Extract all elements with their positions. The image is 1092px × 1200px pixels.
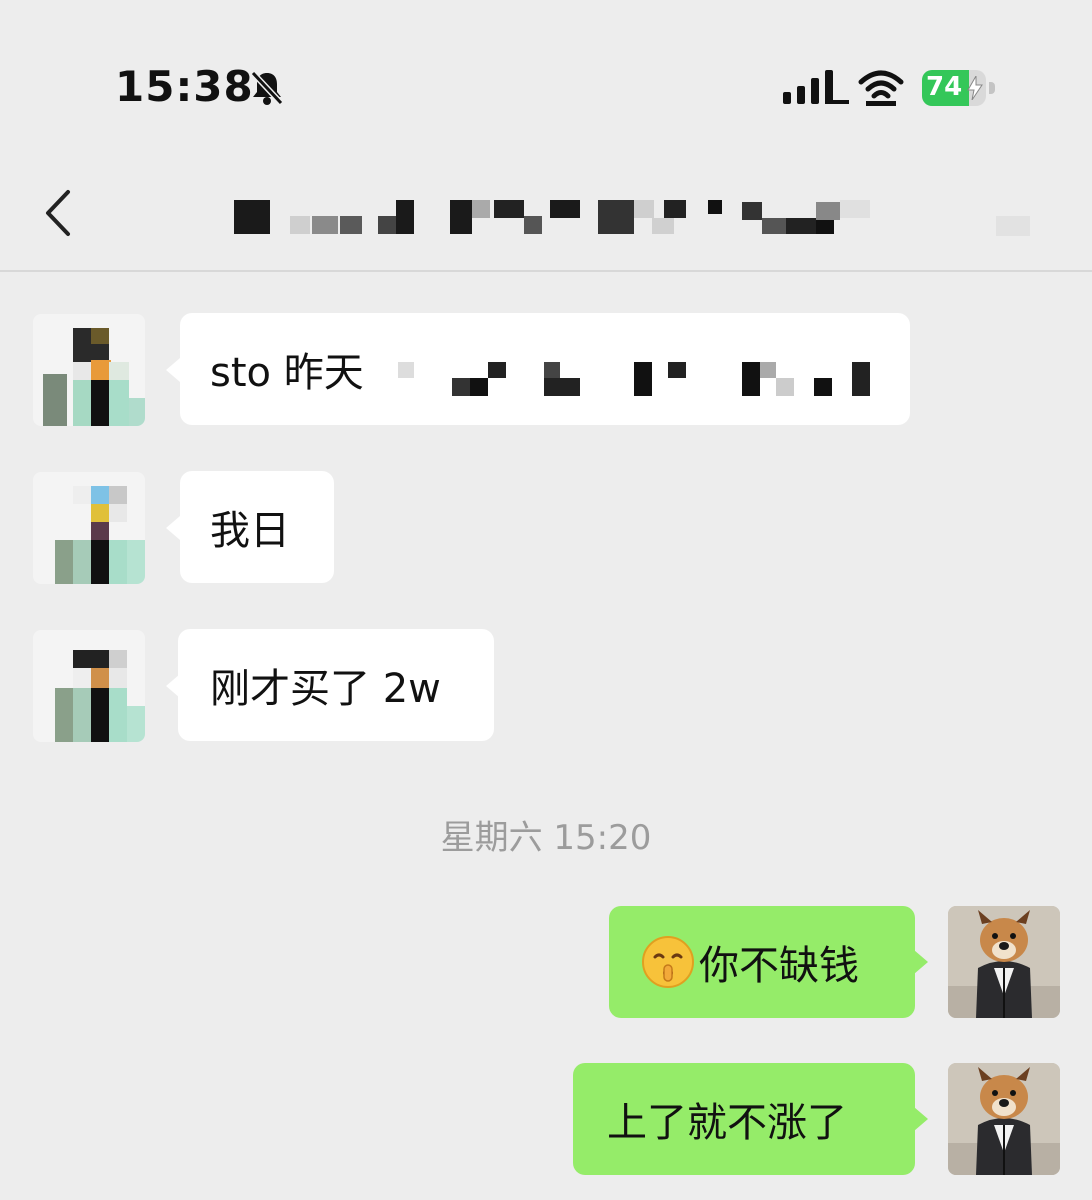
message-text: sto 昨天	[210, 350, 364, 396]
wifi-icon	[858, 70, 904, 106]
bolt-icon	[967, 76, 983, 100]
bubble-tail	[914, 950, 928, 974]
message-text: 上了就不涨了	[607, 1100, 847, 1146]
battery-percent: 74	[926, 72, 963, 102]
chevron-left-icon[interactable]	[40, 186, 76, 240]
message-bubble-incoming[interactable]: 刚才买了 2w	[178, 629, 494, 741]
message-text: 刚才买了 2w	[210, 666, 441, 712]
message-bubble-outgoing[interactable]: 上了就不涨了	[573, 1063, 915, 1175]
message-text: 你不缺钱	[699, 943, 859, 989]
blurred-menu-icon[interactable]	[996, 216, 1030, 236]
contact-avatar[interactable]	[33, 630, 145, 742]
bell-slash-icon	[250, 70, 284, 106]
cellular-signal-icon	[783, 70, 849, 104]
battery-charging-icon: 74	[922, 70, 996, 106]
chat-header	[0, 150, 1092, 270]
my-avatar[interactable]	[948, 906, 1060, 1018]
puppy-in-jacket-image	[948, 906, 1060, 1018]
my-avatar[interactable]	[948, 1063, 1060, 1175]
bubble-tail	[166, 358, 180, 382]
bubble-tail	[914, 1107, 928, 1131]
blurred-chat-title	[232, 198, 872, 238]
message-bubble-incoming[interactable]: 我日	[180, 471, 334, 583]
puppy-in-jacket-image	[948, 1063, 1060, 1175]
message-text: 我日	[210, 508, 290, 554]
status-time: 15:38	[115, 62, 254, 111]
header-divider	[0, 270, 1092, 272]
contact-avatar[interactable]	[33, 472, 145, 584]
contact-avatar[interactable]	[33, 314, 145, 426]
message-timestamp: 星期六 15:20	[440, 818, 652, 858]
status-bar: 15:38 74	[0, 0, 1092, 150]
bubble-tail	[166, 516, 180, 540]
message-bubble-outgoing[interactable]: 你不缺钱	[609, 906, 915, 1018]
blurred-message-text	[398, 356, 878, 400]
shushing-face-icon	[642, 936, 694, 988]
